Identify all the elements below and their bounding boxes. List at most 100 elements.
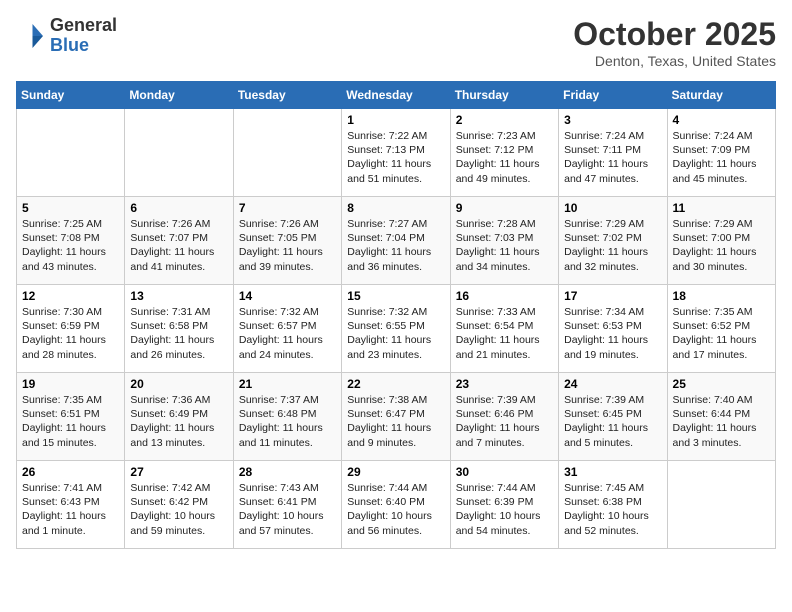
day-info: Sunrise: 7:36 AM Sunset: 6:49 PM Dayligh… (130, 393, 227, 450)
day-info: Sunrise: 7:38 AM Sunset: 6:47 PM Dayligh… (347, 393, 444, 450)
calendar-week-row: 26 Sunrise: 7:41 AM Sunset: 6:43 PM Dayli… (17, 461, 776, 549)
day-info: Sunrise: 7:23 AM Sunset: 7:12 PM Dayligh… (456, 129, 553, 186)
day-number: 28 (239, 465, 336, 479)
day-number: 1 (347, 113, 444, 127)
day-number: 30 (456, 465, 553, 479)
calendar-table: SundayMondayTuesdayWednesdayThursdayFrid… (16, 81, 776, 549)
title-block: October 2025 Denton, Texas, United State… (573, 16, 776, 69)
calendar-cell: 9Sunrise: 7:28 AM Sunset: 7:03 PM Daylig… (450, 197, 558, 285)
calendar-cell: 24 Sunrise: 7:39 AM Sunset: 6:45 PM Dayli… (559, 373, 667, 461)
calendar-cell: 11 Sunrise: 7:29 AM Sunset: 7:00 PM Dayli… (667, 197, 775, 285)
logo-blue: Blue (50, 36, 117, 56)
calendar-cell: 10Sunrise: 7:29 AM Sunset: 7:02 PM Dayli… (559, 197, 667, 285)
calendar-cell (667, 461, 775, 549)
day-number: 27 (130, 465, 227, 479)
logo-general: General (50, 16, 117, 36)
calendar-cell: 8 Sunrise: 7:27 AM Sunset: 7:04 PM Daylig… (342, 197, 450, 285)
weekday-row: SundayMondayTuesdayWednesdayThursdayFrid… (17, 82, 776, 109)
location: Denton, Texas, United States (573, 53, 776, 69)
day-info: Sunrise: 7:24 AM Sunset: 7:11 PM Dayligh… (564, 129, 661, 186)
day-info: Sunrise: 7:45 AM Sunset: 6:38 PM Dayligh… (564, 481, 661, 538)
day-number: 19 (22, 377, 119, 391)
logo: General Blue (16, 16, 117, 56)
weekday-header: Tuesday (233, 82, 341, 109)
day-info: Sunrise: 7:44 AM Sunset: 6:40 PM Dayligh… (347, 481, 444, 538)
day-number: 8 (347, 201, 444, 215)
calendar-cell: 21 Sunrise: 7:37 AM Sunset: 6:48 PM Dayli… (233, 373, 341, 461)
day-info: Sunrise: 7:29 AM Sunset: 7:00 PM Dayligh… (673, 217, 770, 274)
day-number: 14 (239, 289, 336, 303)
calendar-cell: 2 Sunrise: 7:23 AM Sunset: 7:12 PM Daylig… (450, 109, 558, 197)
calendar-cell: 19Sunrise: 7:35 AM Sunset: 6:51 PM Dayli… (17, 373, 125, 461)
day-info: Sunrise: 7:31 AM Sunset: 6:58 PM Dayligh… (130, 305, 227, 362)
calendar-cell: 28 Sunrise: 7:43 AM Sunset: 6:41 PM Dayli… (233, 461, 341, 549)
day-info: Sunrise: 7:37 AM Sunset: 6:48 PM Dayligh… (239, 393, 336, 450)
calendar-cell: 23 Sunrise: 7:39 AM Sunset: 6:46 PM Dayli… (450, 373, 558, 461)
calendar-week-row: 12 Sunrise: 7:30 AM Sunset: 6:59 PM Dayli… (17, 285, 776, 373)
day-number: 5 (22, 201, 119, 215)
day-number: 13 (130, 289, 227, 303)
calendar-cell: 3 Sunrise: 7:24 AM Sunset: 7:11 PM Daylig… (559, 109, 667, 197)
day-number: 9 (456, 201, 553, 215)
day-number: 22 (347, 377, 444, 391)
day-number: 12 (22, 289, 119, 303)
day-info: Sunrise: 7:32 AM Sunset: 6:55 PM Dayligh… (347, 305, 444, 362)
calendar-cell: 7 Sunrise: 7:26 AM Sunset: 7:05 PM Daylig… (233, 197, 341, 285)
calendar-cell: 6Sunrise: 7:26 AM Sunset: 7:07 PM Daylig… (125, 197, 233, 285)
calendar-header: SundayMondayTuesdayWednesdayThursdayFrid… (17, 82, 776, 109)
day-info: Sunrise: 7:26 AM Sunset: 7:05 PM Dayligh… (239, 217, 336, 274)
calendar-cell (233, 109, 341, 197)
day-info: Sunrise: 7:42 AM Sunset: 6:42 PM Dayligh… (130, 481, 227, 538)
logo-icon (16, 21, 46, 51)
calendar-week-row: 1 Sunrise: 7:22 AM Sunset: 7:13 PM Daylig… (17, 109, 776, 197)
calendar-body: 1 Sunrise: 7:22 AM Sunset: 7:13 PM Daylig… (17, 109, 776, 549)
month-title: October 2025 (573, 16, 776, 53)
calendar-cell: 30Sunrise: 7:44 AM Sunset: 6:39 PM Dayli… (450, 461, 558, 549)
day-number: 18 (673, 289, 770, 303)
day-info: Sunrise: 7:39 AM Sunset: 6:45 PM Dayligh… (564, 393, 661, 450)
calendar-cell: 5 Sunrise: 7:25 AM Sunset: 7:08 PM Daylig… (17, 197, 125, 285)
day-number: 23 (456, 377, 553, 391)
day-number: 26 (22, 465, 119, 479)
calendar-cell: 15Sunrise: 7:32 AM Sunset: 6:55 PM Dayli… (342, 285, 450, 373)
calendar-cell: 25Sunrise: 7:40 AM Sunset: 6:44 PM Dayli… (667, 373, 775, 461)
calendar-cell: 12 Sunrise: 7:30 AM Sunset: 6:59 PM Dayli… (17, 285, 125, 373)
day-number: 17 (564, 289, 661, 303)
calendar-cell: 27 Sunrise: 7:42 AM Sunset: 6:42 PM Dayli… (125, 461, 233, 549)
day-number: 3 (564, 113, 661, 127)
calendar-cell: 26 Sunrise: 7:41 AM Sunset: 6:43 PM Dayli… (17, 461, 125, 549)
calendar-cell (125, 109, 233, 197)
calendar-cell: 17 Sunrise: 7:34 AM Sunset: 6:53 PM Dayli… (559, 285, 667, 373)
day-number: 21 (239, 377, 336, 391)
day-number: 7 (239, 201, 336, 215)
day-info: Sunrise: 7:41 AM Sunset: 6:43 PM Dayligh… (22, 481, 119, 538)
day-number: 24 (564, 377, 661, 391)
day-number: 2 (456, 113, 553, 127)
day-number: 31 (564, 465, 661, 479)
calendar-cell: 29Sunrise: 7:44 AM Sunset: 6:40 PM Dayli… (342, 461, 450, 549)
calendar-cell: 14Sunrise: 7:32 AM Sunset: 6:57 PM Dayli… (233, 285, 341, 373)
day-info: Sunrise: 7:25 AM Sunset: 7:08 PM Dayligh… (22, 217, 119, 274)
day-info: Sunrise: 7:39 AM Sunset: 6:46 PM Dayligh… (456, 393, 553, 450)
day-info: Sunrise: 7:22 AM Sunset: 7:13 PM Dayligh… (347, 129, 444, 186)
day-info: Sunrise: 7:35 AM Sunset: 6:52 PM Dayligh… (673, 305, 770, 362)
day-info: Sunrise: 7:43 AM Sunset: 6:41 PM Dayligh… (239, 481, 336, 538)
day-info: Sunrise: 7:27 AM Sunset: 7:04 PM Dayligh… (347, 217, 444, 274)
page-header: General Blue October 2025 Denton, Texas,… (16, 16, 776, 69)
day-number: 4 (673, 113, 770, 127)
calendar-cell: 13 Sunrise: 7:31 AM Sunset: 6:58 PM Dayli… (125, 285, 233, 373)
day-info: Sunrise: 7:30 AM Sunset: 6:59 PM Dayligh… (22, 305, 119, 362)
calendar-cell (17, 109, 125, 197)
calendar-cell: 16Sunrise: 7:33 AM Sunset: 6:54 PM Dayli… (450, 285, 558, 373)
weekday-header: Thursday (450, 82, 558, 109)
calendar-week-row: 19Sunrise: 7:35 AM Sunset: 6:51 PM Dayli… (17, 373, 776, 461)
day-info: Sunrise: 7:34 AM Sunset: 6:53 PM Dayligh… (564, 305, 661, 362)
day-info: Sunrise: 7:24 AM Sunset: 7:09 PM Dayligh… (673, 129, 770, 186)
weekday-header: Wednesday (342, 82, 450, 109)
day-info: Sunrise: 7:33 AM Sunset: 6:54 PM Dayligh… (456, 305, 553, 362)
day-number: 6 (130, 201, 227, 215)
weekday-header: Monday (125, 82, 233, 109)
calendar-cell: 18 Sunrise: 7:35 AM Sunset: 6:52 PM Dayli… (667, 285, 775, 373)
calendar-cell: 22 Sunrise: 7:38 AM Sunset: 6:47 PM Dayli… (342, 373, 450, 461)
day-number: 11 (673, 201, 770, 215)
